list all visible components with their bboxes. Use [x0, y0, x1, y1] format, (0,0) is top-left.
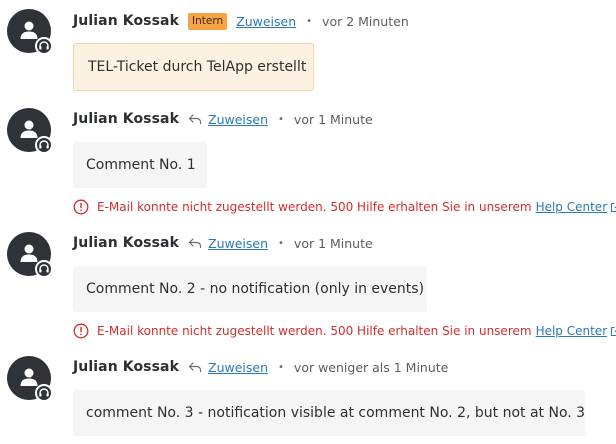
timestamp: vor 1 Minute	[293, 235, 373, 251]
reply-icon[interactable]	[188, 237, 202, 249]
message-bubble: TEL-Ticket durch TelApp erstellt	[73, 43, 314, 91]
person-icon	[20, 21, 38, 39]
headset-icon	[39, 264, 49, 273]
separator-dot: •	[306, 15, 313, 27]
reply-icon[interactable]	[188, 113, 202, 125]
internal-badge: Intern	[188, 12, 228, 30]
author-name[interactable]: Julian Kossak	[73, 359, 179, 375]
separator-dot: •	[278, 361, 284, 373]
agent-badge	[35, 136, 53, 154]
agent-badge	[35, 384, 53, 402]
agent-badge	[35, 37, 53, 55]
timestamp: vor 1 Minute	[293, 111, 373, 127]
headset-icon	[39, 41, 49, 50]
assign-link[interactable]: Zuweisen	[208, 236, 268, 251]
delivery-error: E-Mail konnte nicht zugestellt werden. 5…	[73, 322, 616, 340]
message-bubble: comment No. 3 - notification visible at …	[73, 390, 585, 436]
headset-icon	[39, 388, 49, 397]
entry-header: Julian Kossak Zuweisen • vor 1 Minute	[73, 108, 373, 130]
avatar[interactable]	[7, 9, 53, 55]
error-message: E-Mail konnte nicht zugestellt werden. 5…	[97, 200, 532, 214]
person-icon	[20, 368, 38, 386]
external-link-icon[interactable]	[610, 202, 616, 213]
assign-link[interactable]: Zuweisen	[208, 360, 268, 375]
author-name[interactable]: Julian Kossak	[73, 235, 179, 251]
person-icon	[20, 120, 38, 138]
entry-header: Julian Kossak Zuweisen • vor weniger als…	[73, 356, 448, 378]
delivery-error: E-Mail konnte nicht zugestellt werden. 5…	[73, 198, 616, 216]
avatar[interactable]	[7, 232, 53, 278]
entry-header: Julian Kossak Zuweisen • vor 1 Minute	[73, 232, 373, 254]
assign-link[interactable]: Zuweisen	[236, 14, 296, 29]
message-bubble: Comment No. 2 - no notification (only in…	[73, 266, 427, 312]
author-name[interactable]: Julian Kossak	[73, 111, 179, 127]
agent-badge	[35, 260, 53, 278]
error-message: E-Mail konnte nicht zugestellt werden. 5…	[97, 324, 532, 338]
author-name[interactable]: Julian Kossak	[73, 13, 179, 29]
activity-thread: Julian Kossak Intern Zuweisen • vor 2 Mi…	[0, 0, 616, 444]
separator-dot: •	[278, 237, 284, 249]
external-link-icon[interactable]	[610, 326, 616, 337]
separator-dot: •	[278, 113, 284, 125]
headset-icon	[39, 140, 49, 149]
timestamp: vor weniger als 1 Minute	[293, 359, 449, 375]
entry-header: Julian Kossak Intern Zuweisen • vor 2 Mi…	[73, 10, 409, 32]
message-bubble: Comment No. 1	[73, 142, 207, 188]
reply-icon[interactable]	[188, 361, 202, 373]
error-circle-icon	[73, 323, 89, 339]
timestamp: vor 2 Minuten	[322, 13, 409, 29]
avatar[interactable]	[7, 108, 53, 154]
error-circle-icon	[73, 199, 89, 215]
help-center-link[interactable]: Help Center	[536, 200, 608, 214]
person-icon	[20, 244, 38, 262]
help-center-link[interactable]: Help Center	[536, 324, 608, 338]
avatar[interactable]	[7, 356, 53, 402]
assign-link[interactable]: Zuweisen	[208, 112, 268, 127]
